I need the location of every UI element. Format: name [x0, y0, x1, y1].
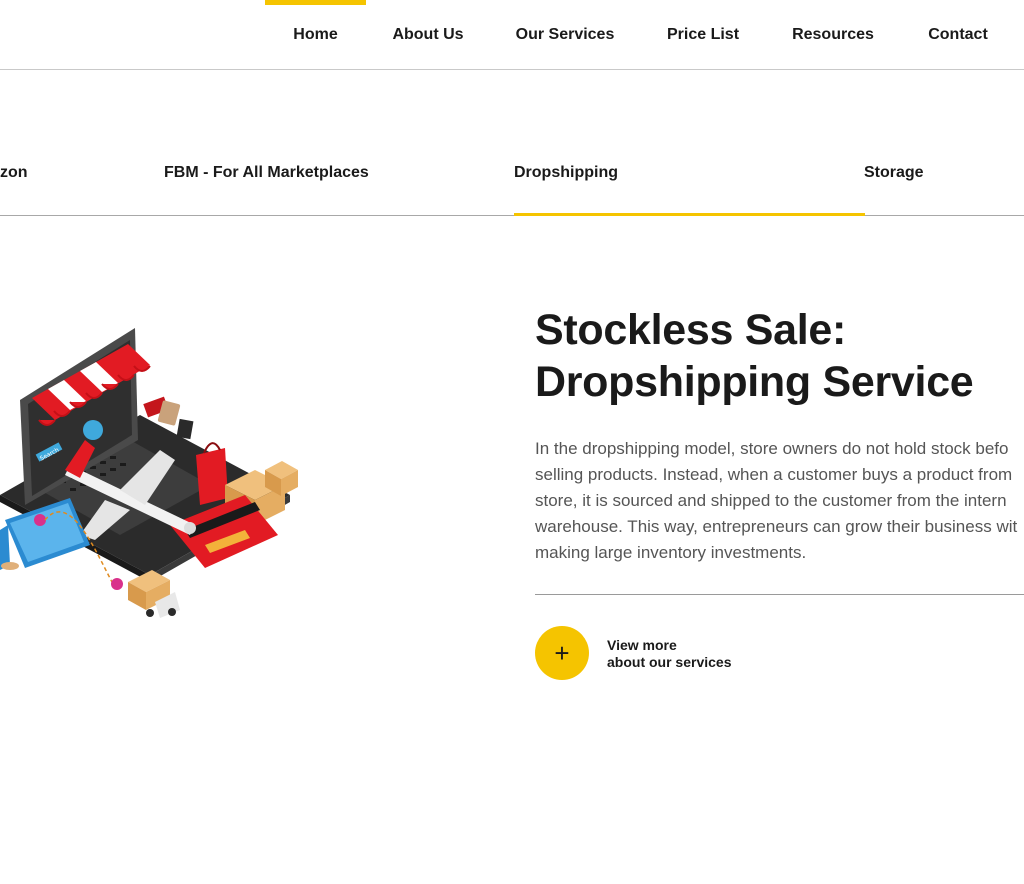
nav-item-about-us[interactable]: About Us: [380, 0, 476, 69]
tab-amazon[interactable]: zon: [0, 164, 28, 182]
description-line: warehouse. This way, entrepreneurs can g…: [535, 517, 1018, 536]
page: Home About Us Our Services Price List Re…: [0, 0, 1024, 884]
nav-item-contact[interactable]: Contact: [916, 0, 1000, 69]
page-title-line-2: Dropshipping Service: [535, 358, 974, 406]
nav-item-our-services[interactable]: Our Services: [505, 0, 625, 69]
nav-item-home[interactable]: Home: [265, 0, 366, 69]
view-more-label[interactable]: View more about our services: [607, 637, 732, 671]
description-line: In the dropshipping model, store owners …: [535, 439, 1009, 458]
view-more-line-1: View more: [607, 637, 677, 653]
nav-item-resources[interactable]: Resources: [782, 0, 884, 69]
dropshipping-illustration: Search: [0, 320, 310, 640]
content-divider: [535, 594, 1024, 595]
page-title-line-1: Stockless Sale:: [535, 306, 847, 354]
top-navigation: Home About Us Our Services Price List Re…: [0, 0, 1024, 70]
tab-fbm[interactable]: FBM - For All Marketplaces: [164, 164, 369, 182]
description-line: selling products. Instead, when a custom…: [535, 465, 1013, 484]
tab-dropshipping[interactable]: Dropshipping: [514, 164, 618, 182]
service-tabs: zon FBM - For All Marketplaces Dropshipp…: [0, 70, 1024, 216]
view-more-line-2: about our services: [607, 654, 732, 670]
ecommerce-illustration-icon: Search: [0, 328, 298, 618]
active-tab-indicator: [514, 213, 865, 216]
description-line: making large inventory investments.: [535, 543, 807, 562]
service-description: In the dropshipping model, store owners …: [535, 436, 1024, 566]
page-title: Stockless Sale: Dropshipping Service: [535, 304, 1015, 408]
plus-icon[interactable]: +: [535, 626, 589, 680]
view-more-services-button[interactable]: + View more about our services: [535, 626, 795, 680]
description-line: store, it is sourced and shipped to the …: [535, 491, 1007, 510]
tab-storage[interactable]: Storage: [864, 164, 924, 182]
nav-item-price-list[interactable]: Price List: [655, 0, 751, 69]
